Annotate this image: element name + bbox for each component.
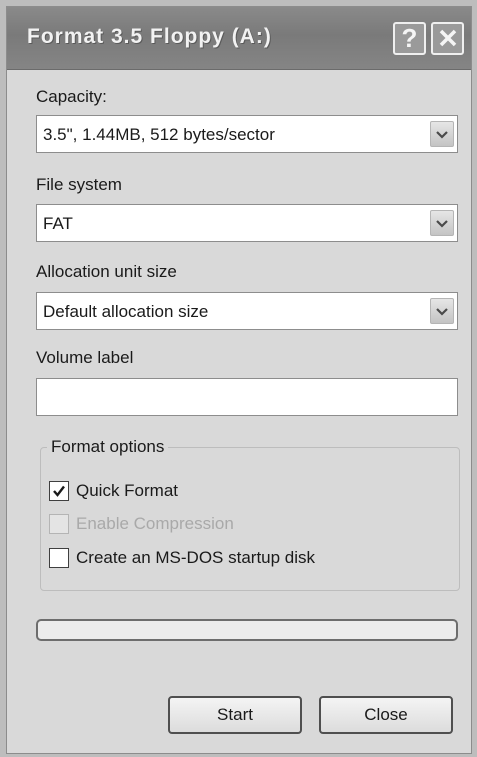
file-system-select[interactable]: FAT: [36, 204, 458, 242]
quick-format-checkbox[interactable]: [49, 481, 69, 501]
format-dialog: Format 3.5 Floppy (A:) ? Capacity: 3.5",…: [6, 6, 472, 754]
allocation-dropdown-button[interactable]: [430, 298, 454, 324]
window-title: Format 3.5 Floppy (A:): [27, 25, 272, 48]
capacity-value: 3.5", 1.44MB, 512 bytes/sector: [43, 125, 275, 144]
capacity-label: Capacity:: [36, 87, 107, 106]
allocation-value: Default allocation size: [43, 302, 209, 321]
checkmark-icon: [53, 485, 65, 497]
help-button[interactable]: ?: [393, 22, 426, 55]
quick-format-label: Quick Format: [76, 481, 179, 500]
file-system-dropdown-button[interactable]: [430, 210, 454, 236]
title-close-button[interactable]: [431, 22, 464, 55]
allocation-label: Allocation unit size: [36, 262, 177, 281]
chevron-down-icon: [436, 131, 448, 139]
volume-label-input[interactable]: [36, 378, 458, 416]
file-system-label: File system: [36, 175, 122, 194]
msdos-startup-label: Create an MS-DOS startup disk: [76, 548, 316, 567]
format-options-title: Format options: [47, 437, 169, 457]
enable-compression-label: Enable Compression: [76, 514, 234, 533]
chevron-down-icon: [436, 220, 448, 228]
enable-compression-checkbox: [49, 514, 69, 534]
volume-label: Volume label: [36, 348, 134, 367]
capacity-select[interactable]: 3.5", 1.44MB, 512 bytes/sector: [36, 115, 458, 153]
start-button[interactable]: Start: [168, 696, 302, 734]
msdos-startup-checkbox[interactable]: [49, 548, 69, 568]
close-button[interactable]: Close: [319, 696, 453, 734]
capacity-dropdown-button[interactable]: [430, 121, 454, 147]
allocation-select[interactable]: Default allocation size: [36, 292, 458, 330]
file-system-value: FAT: [43, 214, 73, 233]
format-progress-bar: [36, 619, 458, 641]
title-bar: Format 3.5 Floppy (A:) ?: [7, 7, 471, 70]
question-mark-icon: ?: [401, 23, 418, 53]
close-x-icon: [439, 29, 456, 47]
chevron-down-icon: [436, 308, 448, 316]
